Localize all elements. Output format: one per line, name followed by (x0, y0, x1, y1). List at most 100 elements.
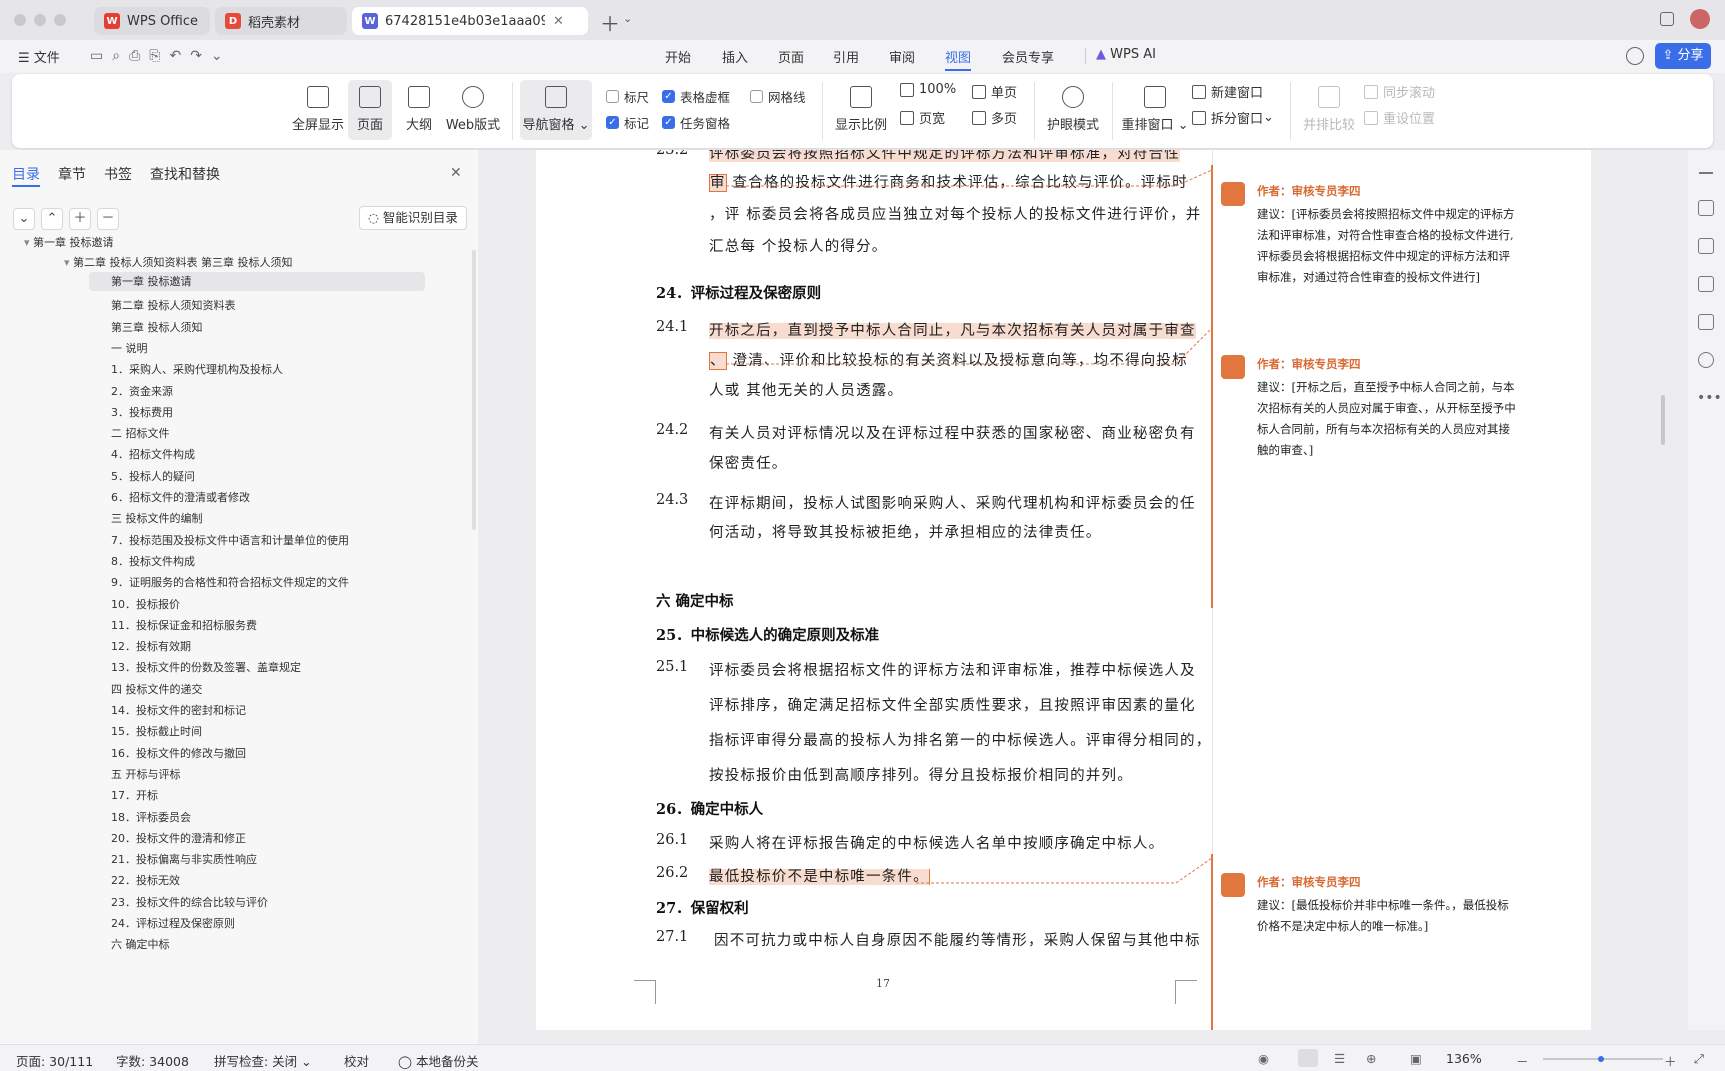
toc-item[interactable]: 7．投标范围及投标文件中语言和计量单位的使用 (111, 532, 349, 548)
toc-item[interactable]: 三 投标文件的编制 (111, 510, 203, 526)
smart-toc-button[interactable]: ◌ 智能识别目录 (359, 206, 467, 230)
file-menu[interactable]: ☰ 文件 (18, 47, 60, 66)
minus-icon[interactable] (1699, 172, 1713, 174)
close-tab-icon[interactable]: ✕ (553, 14, 564, 29)
collapse-button[interactable]: ⌄ (13, 208, 35, 230)
cloud-sync-icon[interactable] (1626, 47, 1644, 65)
zoom-slider[interactable] (1543, 1056, 1663, 1062)
new-window-button[interactable]: 新建窗口 (1192, 82, 1263, 101)
share-button[interactable]: ⇪ 分享 (1655, 43, 1711, 69)
remove-button[interactable]: － (97, 208, 119, 230)
zoom-level[interactable]: 136% (1446, 1051, 1482, 1066)
toc-item[interactable]: 第一章 投标邀请 (89, 272, 425, 291)
page-view-status-button[interactable] (1298, 1049, 1318, 1067)
toc-item[interactable]: 5．投标人的疑问 (111, 468, 195, 484)
backup-status[interactable]: ◯ 本地备份关 (398, 1051, 478, 1070)
proofread-button[interactable]: 校对 (344, 1051, 369, 1070)
avatar[interactable] (1690, 9, 1710, 29)
toc-item[interactable]: 11．投标保证金和招标服务费 (111, 617, 257, 633)
page-view-button[interactable]: 页面 (348, 80, 392, 140)
toc-item[interactable]: 2．资金来源 (111, 383, 173, 399)
scroll-thumb[interactable] (1661, 395, 1665, 445)
caret-down-icon[interactable]: ▾ (64, 256, 73, 269)
toc-item[interactable]: 4．招标文件构成 (111, 446, 195, 462)
add-button[interactable]: ＋ (69, 208, 91, 230)
minimize-window-button[interactable] (34, 14, 46, 26)
multi-page-button[interactable]: 多页 (972, 108, 1017, 127)
zoom-button[interactable]: 显示比例 (830, 80, 892, 140)
tab-wps-office[interactable]: W WPS Office (94, 7, 210, 35)
split-window-button[interactable]: 拆分窗口 ⌄ (1192, 108, 1274, 127)
word-count[interactable]: 字数: 34008 (116, 1051, 189, 1070)
image-icon[interactable] (1698, 314, 1714, 330)
new-tab-button[interactable]: ＋ (600, 8, 620, 37)
wps-ai-button[interactable]: ▲ WPS AI (1096, 47, 1156, 62)
toc-item[interactable]: 六 确定中标 (111, 936, 170, 952)
spell-check-toggle[interactable]: 拼写检查: 关闭 ⌄ (214, 1051, 312, 1070)
fullscreen-button[interactable]: 全屏显示 (288, 80, 348, 140)
quick-access-toolbar[interactable]: ▭⌕⎙⎘↶↷⌄ (90, 48, 232, 64)
toc-item[interactable]: 8．投标文件构成 (111, 553, 195, 569)
tab-bookmarks[interactable]: 书签 (104, 164, 132, 184)
toc-chapter-item[interactable]: ▾ 第一章 投标邀请 (24, 234, 114, 250)
toc-item[interactable]: 24．评标过程及保密原则 (111, 915, 235, 931)
zoom-in-button[interactable]: ＋ (1664, 1051, 1677, 1070)
toc-item[interactable]: 14．投标文件的密封和标记 (111, 702, 246, 718)
toc-chapter-item[interactable]: ▾ 第二章 投标人须知资料表 第三章 投标人须知 (64, 254, 293, 270)
expand-button[interactable]: ⌃ (41, 208, 63, 230)
zoom-slider-handle[interactable] (1598, 1056, 1604, 1062)
toc-item[interactable]: 22．投标无效 (111, 872, 180, 888)
toc-item[interactable]: 9．证明服务的合格性和符合招标文件规定的文件 (111, 574, 349, 590)
caret-down-icon[interactable]: ▾ (24, 236, 33, 249)
tab-view[interactable]: 视图 (945, 47, 971, 66)
single-page-button[interactable]: 单页 (972, 82, 1017, 101)
tab-document[interactable]: W 67428151e4b03e1aaa0992 ✕ (352, 7, 588, 35)
page-count[interactable]: 页面: 30/111 (16, 1051, 93, 1070)
fit-page-icon[interactable]: ▣ (1410, 1051, 1422, 1066)
toc-item[interactable]: 23．投标文件的综合比较与评价 (111, 894, 268, 910)
sidebar-scrollbar[interactable] (472, 250, 476, 530)
pen-icon[interactable] (1698, 200, 1714, 216)
eye-icon[interactable]: ◉ (1258, 1051, 1269, 1066)
sync-scroll-button[interactable]: 同步滚动 (1364, 82, 1435, 101)
toc-item[interactable]: 10．投标报价 (111, 596, 180, 612)
table-grid-checkbox[interactable]: ✓ 表格虚框 (662, 87, 730, 106)
toc-item[interactable]: 17．开标 (111, 787, 158, 803)
toc-item[interactable]: 二 招标文件 (111, 425, 170, 441)
toc-item[interactable]: 16．投标文件的修改与撤回 (111, 745, 246, 761)
vertical-scrollbar[interactable] (1656, 150, 1670, 1030)
tab-member[interactable]: 会员专享 (1002, 47, 1054, 66)
toc-item[interactable]: 四 投标文件的递交 (111, 681, 203, 697)
close-icon[interactable]: ✕ (450, 165, 462, 181)
toc-item[interactable]: 一 说明 (111, 340, 148, 356)
zoom-100-button[interactable]: 100% (900, 82, 956, 97)
toc-item[interactable]: 第三章 投标人须知 (111, 319, 203, 335)
web-view-button[interactable]: Web版式 (442, 80, 504, 140)
tab-references[interactable]: 引用 (833, 47, 859, 66)
toc-item[interactable]: 20．投标文件的澄清和修正 (111, 830, 246, 846)
reset-position-button[interactable]: 重设位置 (1364, 108, 1435, 127)
sliders-icon[interactable] (1698, 276, 1714, 292)
marks-checkbox[interactable]: ✓ 标记 (606, 113, 649, 132)
toc-item[interactable]: 五 开标与评标 (111, 766, 181, 782)
tab-docer[interactable]: D 稻壳素材 (215, 7, 347, 35)
ruler-checkbox[interactable]: 标尺 (606, 87, 649, 106)
tab-home[interactable]: 开始 (665, 47, 691, 66)
close-window-button[interactable] (14, 14, 26, 26)
zoom-out-button[interactable]: － (1516, 1051, 1529, 1070)
nav-pane-button[interactable]: 导航窗格 ⌄ (520, 80, 592, 140)
rearrange-windows-button[interactable]: 重排窗口 ⌄ (1120, 80, 1190, 140)
chevron-down-icon[interactable]: ⌄ (623, 12, 632, 25)
toc-item[interactable]: 13．投标文件的份数及签署、盖章规定 (111, 659, 301, 675)
tab-sections[interactable]: 章节 (58, 164, 86, 184)
zoom-window-button[interactable] (54, 14, 66, 26)
gridlines-checkbox[interactable]: 网格线 (750, 87, 806, 106)
task-pane-checkbox[interactable]: ✓ 任务窗格 (662, 113, 730, 132)
tab-insert[interactable]: 插入 (722, 47, 748, 66)
history-icon[interactable] (1698, 352, 1714, 368)
toc-item[interactable]: 21．投标偏离与非实质性响应 (111, 851, 257, 867)
tab-page[interactable]: 页面 (778, 47, 804, 66)
toc-item[interactable]: 18．评标委员会 (111, 809, 191, 825)
toc-item[interactable]: 1．采购人、采购代理机构及投标人 (111, 361, 283, 377)
tab-find-replace[interactable]: 查找和替换 (150, 164, 220, 184)
